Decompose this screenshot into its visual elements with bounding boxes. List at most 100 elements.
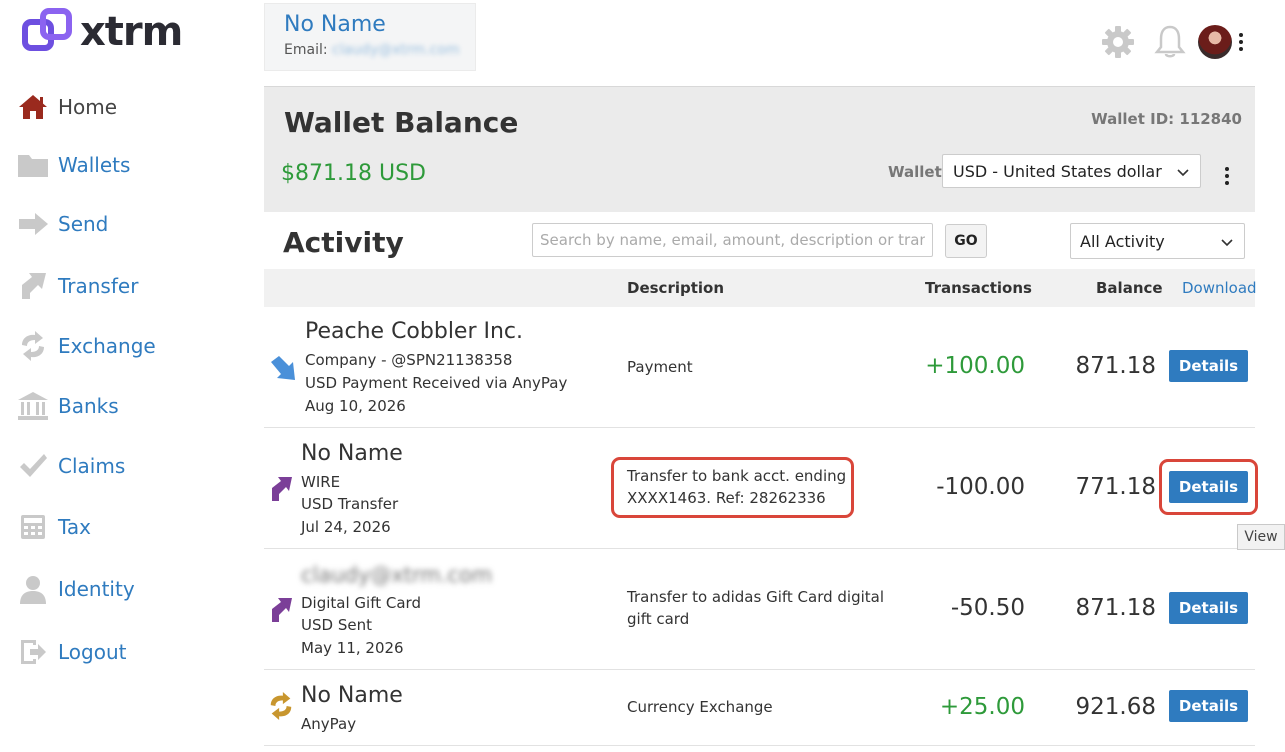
activity-filter-value: All Activity (1080, 231, 1165, 251)
row-description: Currency Exchange (627, 698, 773, 716)
table-row: claudy@xtrm.com Digital Gift Card USD Se… (264, 549, 1255, 670)
checkmark-icon (16, 449, 50, 483)
activity-title: Activity (283, 226, 404, 259)
wallet-select-label: Wallet: (888, 163, 948, 181)
column-header-description: Description (627, 279, 725, 297)
row-date: Aug 10, 2026 (305, 397, 406, 415)
person-icon (16, 572, 50, 606)
email-label: Email: (284, 42, 328, 58)
sidebar-item-label: Wallets (58, 153, 131, 177)
details-button[interactable]: Details (1169, 592, 1248, 624)
row-date: May 11, 2026 (301, 639, 404, 657)
logo-text: xtrm (80, 9, 183, 55)
sidebar-item-label: Logout (58, 640, 127, 664)
table-row: No Name AnyPay Currency Exchange +25.00 … (264, 670, 1255, 746)
wallet-balance-amount: $871.18 USD (281, 161, 426, 186)
column-header-balance: Balance (1096, 279, 1163, 297)
row-name: No Name (301, 683, 403, 708)
row-type: USD Sent (301, 616, 372, 634)
row-type: USD Payment Received via AnyPay (305, 374, 568, 392)
bank-icon (16, 389, 50, 423)
details-button[interactable]: Details (1169, 690, 1248, 722)
column-header-transactions: Transactions (925, 279, 1032, 297)
sidebar-item-label: Banks (58, 394, 119, 418)
gear-icon[interactable] (1098, 22, 1138, 62)
transfer-out-arrow-icon (264, 472, 298, 506)
row-date: Jul 24, 2026 (301, 518, 391, 536)
sidebar-item-banks[interactable]: Banks (16, 389, 119, 423)
logo-mark-icon (22, 8, 72, 51)
sidebar-item-send[interactable]: Send (16, 207, 108, 241)
view-tooltip: View (1237, 524, 1285, 550)
row-amount: +25.00 (939, 694, 1025, 720)
row-name: Peache Cobbler Inc. (305, 319, 524, 344)
home-icon (16, 90, 50, 124)
header-actions (1098, 22, 1248, 62)
details-button-highlight-box (1159, 459, 1258, 515)
wallet-title: Wallet Balance (284, 106, 519, 139)
transfer-arrow-icon (16, 269, 50, 303)
sidebar-item-label: Exchange (58, 334, 156, 358)
sidebar-item-label: Send (58, 212, 109, 236)
row-balance: 871.18 (1075, 353, 1156, 379)
chevron-down-icon (1221, 239, 1233, 247)
go-button[interactable]: GO (945, 224, 987, 258)
details-button[interactable]: Details (1169, 350, 1248, 382)
download-link[interactable]: Download (1182, 279, 1257, 297)
row-description: Transfer to adidas Gift Card digital gif… (627, 588, 885, 628)
description-highlight-box (611, 457, 854, 518)
sidebar-item-identity[interactable]: Identity (16, 572, 135, 606)
wallet-select-value: USD - United States dollar (953, 161, 1162, 181)
exchange-icon (264, 689, 298, 723)
row-amount: -50.50 (950, 595, 1025, 621)
row-subtitle: AnyPay (301, 715, 357, 733)
row-name: No Name (301, 441, 403, 466)
row-description: Payment (627, 358, 693, 376)
activity-table-header: Description Transactions Balance Downloa… (264, 269, 1257, 307)
wallet-id: Wallet ID: 112840 (1091, 110, 1242, 128)
row-balance: 921.68 (1075, 694, 1156, 720)
send-arrow-icon (16, 207, 50, 241)
row-subtitle: Digital Gift Card (301, 594, 421, 612)
row-name: claudy@xtrm.com (301, 563, 493, 587)
kebab-icon[interactable] (1234, 25, 1248, 59)
row-subtitle: Company - @SPN21138358 (305, 351, 513, 369)
activity-search-input[interactable] (532, 223, 933, 257)
chevron-down-icon (1177, 169, 1189, 177)
sidebar-item-exchange[interactable]: Exchange (16, 329, 156, 363)
logout-icon (16, 635, 50, 669)
sidebar-item-label: Claims (58, 454, 126, 478)
user-card: No Name Email: claudy@xtrm.com (264, 3, 476, 71)
sidebar-item-claims[interactable]: Claims (16, 449, 125, 483)
wallet-balance-panel: Wallet Balance $871.18 USD Wallet ID: 11… (264, 86, 1255, 212)
sidebar-item-label: Tax (58, 515, 91, 539)
received-arrow-icon (266, 351, 300, 385)
calculator-icon (16, 510, 50, 544)
row-amount: +100.00 (925, 353, 1025, 379)
bell-icon[interactable] (1150, 22, 1190, 62)
sidebar-item-label: Transfer (58, 274, 139, 298)
xtrm-logo[interactable]: xtrm (22, 8, 183, 56)
row-subtitle: WIRE (301, 473, 341, 491)
exchange-icon (16, 329, 50, 363)
sidebar-item-logout[interactable]: Logout (16, 635, 126, 669)
transfer-out-arrow-icon (264, 593, 298, 627)
folder-icon (16, 148, 50, 182)
activity-filter-select[interactable]: All Activity (1070, 223, 1245, 259)
sidebar-item-label: Home (58, 95, 118, 119)
sidebar-item-home[interactable]: Home (16, 90, 117, 124)
avatar[interactable] (1198, 25, 1232, 59)
user-email-row: Email: claudy@xtrm.com (284, 42, 475, 58)
row-balance: 871.18 (1075, 595, 1156, 621)
sidebar-item-label: Identity (58, 577, 135, 601)
sidebar-item-tax[interactable]: Tax (16, 510, 91, 544)
user-email: claudy@xtrm.com (332, 42, 460, 58)
row-type: USD Transfer (301, 495, 399, 513)
table-row: Peache Cobbler Inc. Company - @SPN211383… (264, 307, 1255, 428)
sidebar-item-wallets[interactable]: Wallets (16, 148, 130, 182)
wallet-select[interactable]: USD - United States dollar (942, 154, 1201, 188)
sidebar-item-transfer[interactable]: Transfer (16, 269, 138, 303)
row-amount: -100.00 (936, 474, 1025, 500)
wallet-menu-kebab-icon[interactable] (1220, 159, 1234, 193)
user-name: No Name (284, 12, 386, 37)
